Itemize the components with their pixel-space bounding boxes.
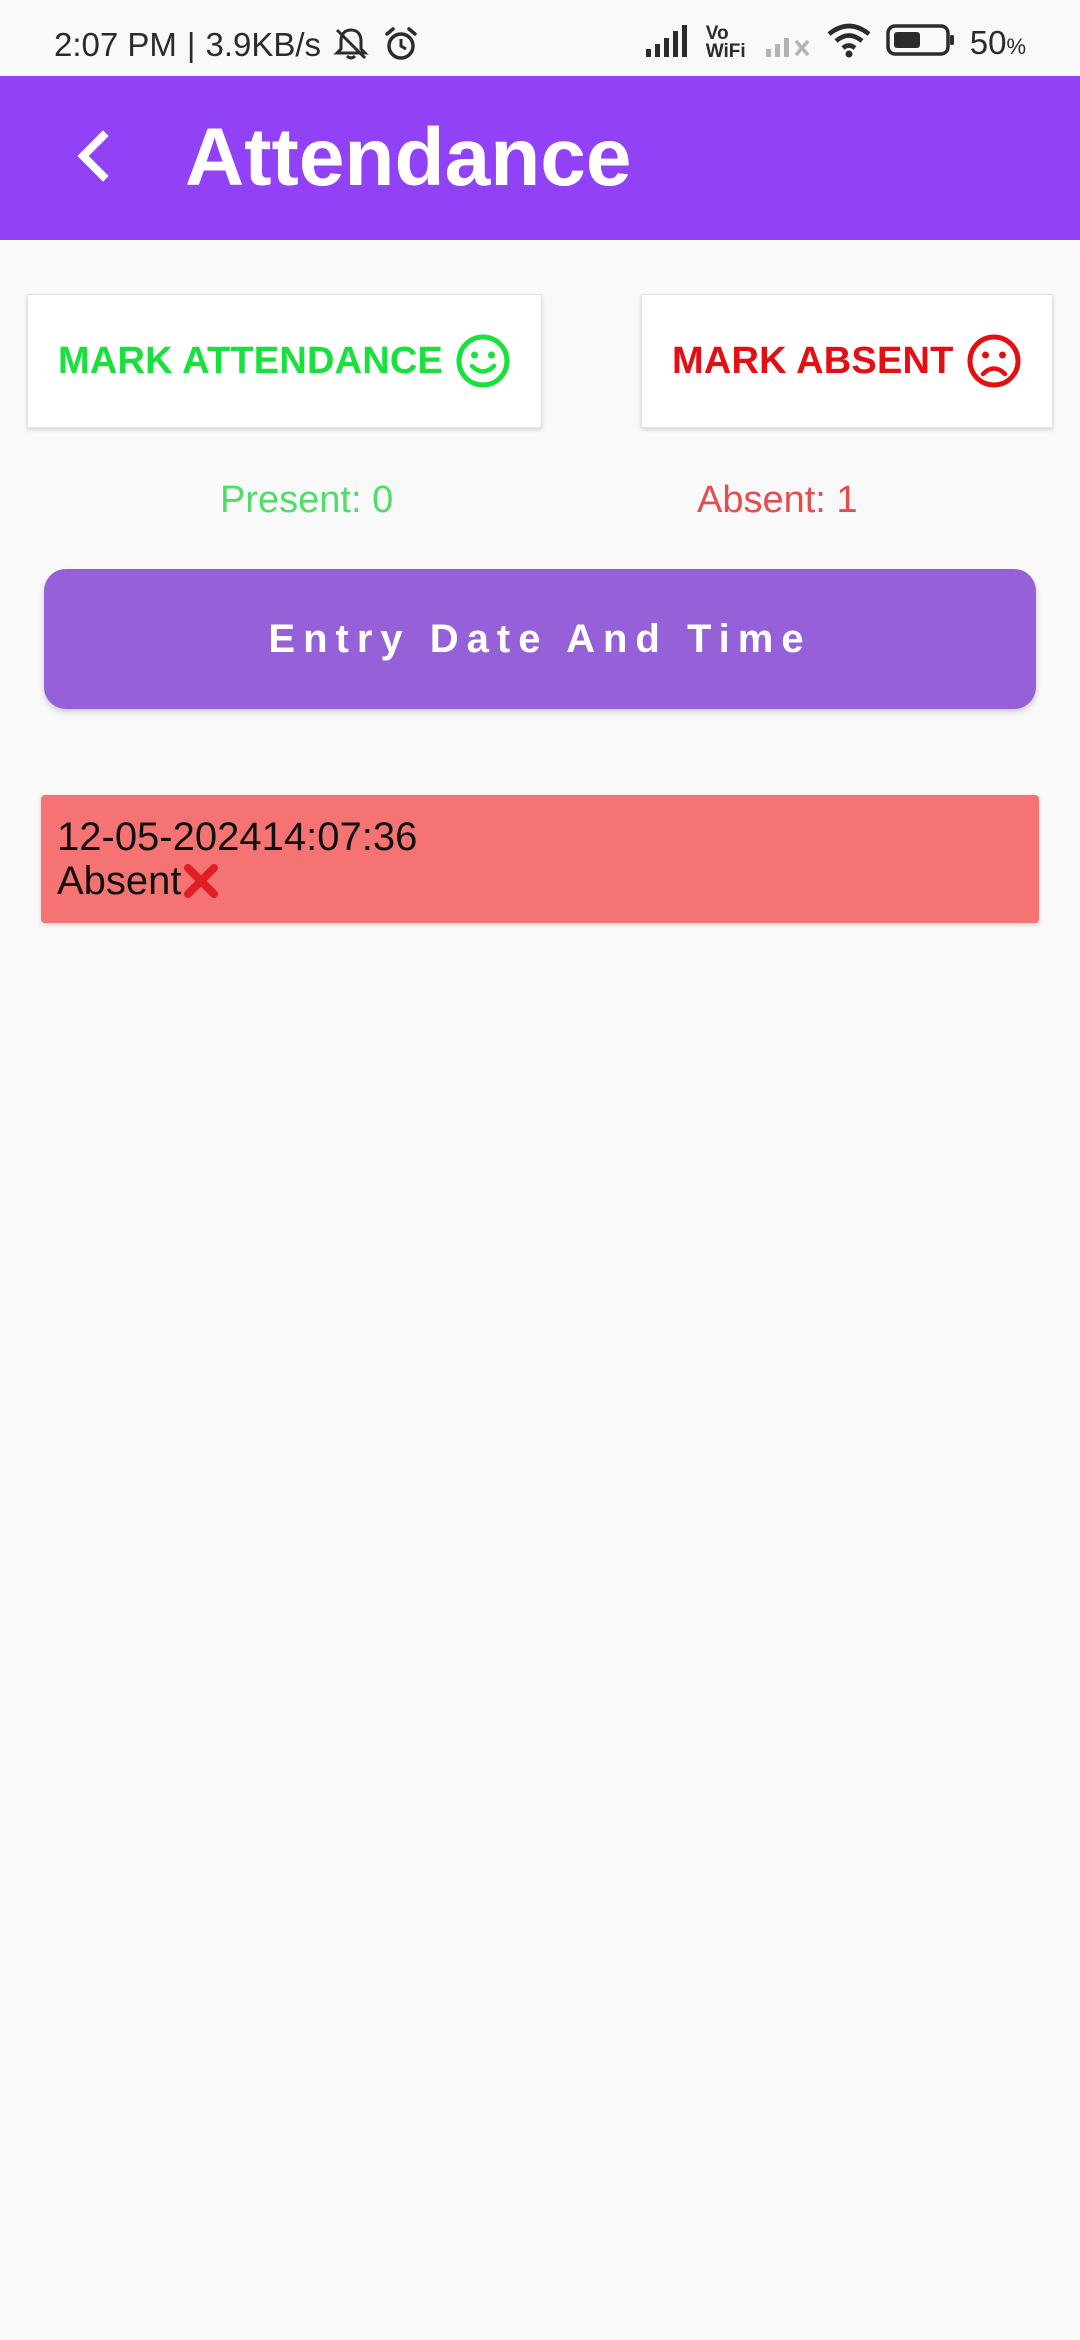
status-right: Vo WiFi 50% [644, 22, 1026, 63]
mark-absent-button[interactable]: MARK ABSENT [641, 294, 1053, 428]
battery-unit: % [1006, 34, 1026, 59]
sad-face-icon [966, 333, 1022, 389]
back-button[interactable] [52, 116, 136, 200]
chevron-left-icon [69, 128, 119, 189]
vowifi-icon: Vo WiFi [705, 22, 750, 62]
mark-attendance-label: MARK ATTENDANCE [58, 339, 444, 382]
present-count: Present: 0 [220, 479, 394, 521]
status-speed: 3.9KB/s [205, 25, 322, 63]
page-title: Attendance [185, 112, 632, 203]
battery-percentage: 50% [970, 26, 1026, 59]
record-datetime: 12-05-2024 14:07:36 [57, 815, 1023, 859]
vowifi-top-text: Vo [705, 22, 729, 44]
mark-attendance-button[interactable]: MARK ATTENDANCE [27, 294, 542, 428]
entry-date-time-button[interactable]: Entry Date And Time [44, 569, 1036, 709]
record-status-label: Absent [57, 859, 182, 903]
list-item: 12-05-2024 14:07:36 Absent [41, 795, 1039, 923]
absent-count: Absent: 1 [697, 479, 858, 521]
red-x-icon [183, 864, 218, 898]
app-bar: Attendance [0, 76, 1080, 240]
status-left: 2:07 PM | 3.9KB/s [54, 24, 421, 64]
record-status: Absent [57, 859, 1023, 903]
alarm-icon [381, 24, 421, 64]
smiley-icon [455, 333, 511, 389]
battery-value: 50 [969, 24, 1007, 61]
mark-absent-label: MARK ABSENT [672, 339, 954, 382]
status-time: 2:07 PM [54, 25, 177, 63]
signal-off-icon [764, 23, 812, 62]
record-date: 12-05-2024 [57, 815, 262, 859]
signal-icon [644, 23, 692, 62]
silent-bell-icon [331, 24, 371, 64]
battery-icon [885, 23, 956, 62]
status-bar: 2:07 PM | 3.9KB/s Vo WiFi 50% [0, 0, 1080, 76]
status-separator: | [186, 25, 196, 63]
record-time: 14:07:36 [261, 815, 418, 859]
vowifi-bottom-text: WiFi [705, 40, 746, 62]
wifi-icon [826, 22, 872, 63]
